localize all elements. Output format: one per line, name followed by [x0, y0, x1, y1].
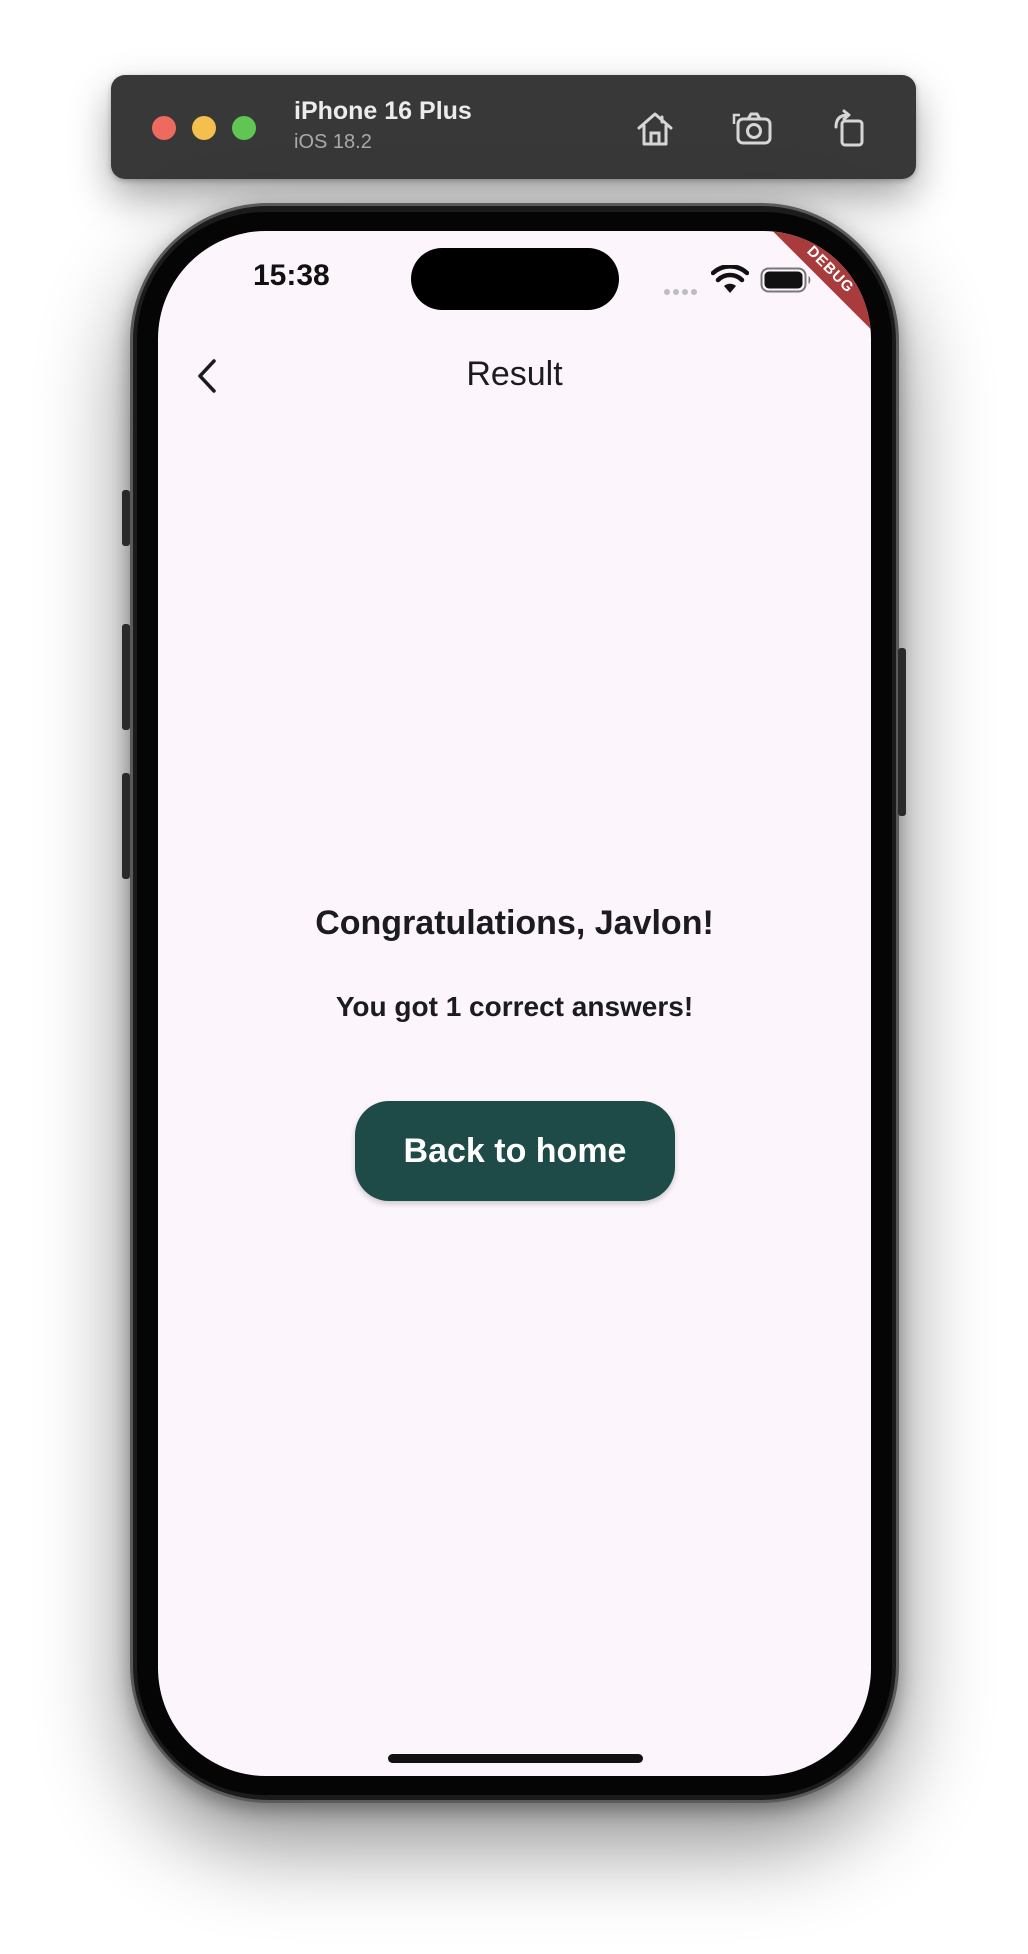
home-button[interactable]	[631, 105, 679, 153]
home-icon	[637, 112, 673, 146]
app-screen: 15:38 DEBUG Result Congratulations, Javl…	[158, 231, 871, 1776]
simulator-toolbar: iPhone 16 Plus iOS 18.2	[111, 75, 916, 179]
simulator-window: iPhone 16 Plus iOS 18.2 15:38 DEBUG Resu…	[0, 0, 1028, 1954]
volume-up-side-button	[122, 624, 130, 730]
status-time: 15:38	[253, 259, 330, 292]
cellular-signal-icon	[664, 282, 700, 300]
rotate-button[interactable]	[826, 105, 874, 153]
back-to-home-button[interactable]: Back to home	[355, 1101, 675, 1201]
device-os-version: iOS 18.2	[294, 131, 372, 153]
action-side-button	[122, 490, 130, 546]
congratulations-heading: Congratulations, Javlon!	[315, 904, 714, 942]
window-close-button[interactable]	[152, 116, 176, 140]
device-name: iPhone 16 Plus	[294, 97, 472, 125]
window-zoom-button[interactable]	[232, 116, 256, 140]
power-side-button	[898, 648, 906, 816]
score-text: You got 1 correct answers!	[335, 991, 694, 1022]
window-minimize-button[interactable]	[192, 116, 216, 140]
wifi-icon	[711, 265, 749, 293]
volume-down-side-button	[122, 773, 130, 879]
dynamic-island	[411, 248, 619, 310]
home-indicator[interactable]	[388, 1754, 643, 1763]
battery-icon	[760, 267, 811, 293]
rotate-icon	[834, 109, 864, 147]
screenshot-button[interactable]	[730, 105, 778, 153]
page-title: Result	[466, 355, 563, 393]
screenshot-icon	[732, 112, 772, 145]
